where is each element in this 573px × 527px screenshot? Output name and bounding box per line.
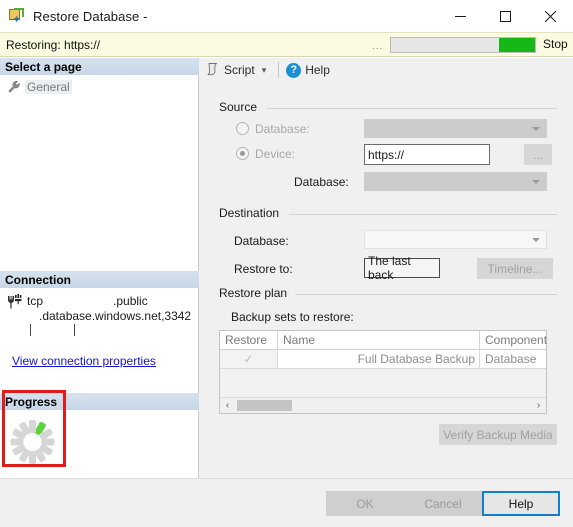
window-controls (438, 0, 573, 32)
progress-body (0, 410, 199, 466)
destination-group: Destination Database: Restore to: The la… (219, 206, 557, 282)
minimize-icon[interactable] (438, 0, 483, 32)
browse-device-button[interactable]: ... (524, 144, 552, 165)
restore-progress-bar (390, 37, 536, 53)
chevron-down-icon (532, 179, 540, 184)
help-icon: ? (286, 62, 302, 78)
source-database-radio[interactable] (236, 122, 249, 135)
select-a-page-header: Select a page (0, 58, 199, 75)
grid-empty-area (220, 369, 546, 398)
sidebar-item-general[interactable]: General (7, 79, 199, 95)
scroll-left-icon[interactable]: ‹ (220, 398, 235, 413)
source-device-radio[interactable] (236, 147, 249, 160)
connection-redaction-marks (30, 324, 193, 338)
restore-plan-group: Restore plan Backup sets to restore: Res… (219, 286, 557, 471)
close-icon[interactable] (528, 0, 573, 32)
wrench-icon (7, 80, 21, 94)
check-icon: ✓ (243, 352, 254, 366)
verify-backup-media-button[interactable]: Verify Backup Media (439, 424, 557, 445)
select-a-page-section: Select a page General (0, 58, 199, 95)
help-button[interactable]: ? Help (283, 60, 333, 80)
chevron-down-icon (532, 237, 540, 242)
stop-button[interactable]: Stop (543, 37, 568, 51)
backup-sets-grid[interactable]: Restore Name Component ✓ Full Database B… (219, 330, 547, 414)
restoring-status-text: Restoring: https:// (6, 37, 101, 52)
device-path-input[interactable]: https:// (364, 144, 490, 165)
row-name: Full Database Backup (278, 350, 480, 368)
connection-details: tcp .public .database.windows.net,3342 V… (0, 288, 199, 368)
toolbar-divider (278, 62, 280, 78)
row-restore-checkbox[interactable]: ✓ (220, 350, 278, 368)
sidebar-item-general-label: General (25, 80, 72, 94)
ok-button[interactable]: OK (326, 491, 404, 516)
help-label: Help (305, 63, 330, 77)
chevron-down-icon (532, 126, 540, 131)
source-device-radio-label: Device: (255, 147, 296, 161)
source-database-radio-label: Database: (255, 122, 310, 136)
source-group: Source Database: Device: https:// ... Da… (219, 100, 557, 195)
connection-line-1: tcp .public (27, 294, 148, 308)
script-label: Script (224, 63, 255, 77)
cancel-button[interactable]: Cancel (404, 491, 482, 516)
restore-database-icon: ✦ (9, 8, 25, 25)
script-icon (206, 62, 220, 79)
scrollbar-thumb[interactable] (237, 400, 292, 411)
progress-header: Progress (0, 393, 199, 410)
right-panel: Script ▾ ? Help Source Database: Device:… (199, 58, 573, 478)
help-footer-button[interactable]: Help (482, 491, 560, 516)
chevron-down-icon[interactable]: ▾ (262, 65, 267, 76)
script-button[interactable]: Script ▾ (203, 60, 274, 80)
source-group-rule (267, 108, 557, 109)
source-database-combo[interactable] (364, 119, 547, 138)
dialog-footer: OK Cancel Help (0, 478, 573, 527)
table-row[interactable]: ✓ Full Database Backup Database (220, 350, 546, 369)
maximize-icon[interactable] (483, 0, 528, 32)
column-header-component[interactable]: Component (480, 331, 547, 349)
restore-plan-group-rule (295, 294, 557, 295)
banner-overflow-dots[interactable]: ... (372, 41, 383, 52)
grid-horizontal-scrollbar[interactable]: ‹ › (220, 397, 546, 413)
source-database-label: Database: (294, 175, 349, 189)
restore-plan-group-title: Restore plan (219, 286, 294, 300)
toolbar: Script ▾ ? Help (199, 58, 573, 82)
server-connection-icon (6, 294, 24, 310)
restoring-banner: Restoring: https:// ... Stop (0, 32, 573, 57)
destination-database-combo[interactable] (364, 230, 547, 249)
connection-header: Connection (0, 271, 199, 288)
restore-to-label: Restore to: (234, 262, 293, 276)
destination-group-rule (289, 214, 557, 215)
column-header-name[interactable]: Name (278, 331, 480, 349)
restore-to-value: The last back (364, 254, 440, 282)
view-connection-properties-link[interactable]: View connection properties (12, 354, 156, 368)
destination-database-label: Database: (234, 234, 289, 248)
loading-spinner-icon (8, 418, 56, 466)
dialog-body: Select a page General Connection tcp .pu… (0, 58, 573, 478)
column-header-restore[interactable]: Restore (220, 331, 278, 349)
source-group-title: Source (219, 100, 264, 114)
source-database-name-combo[interactable] (364, 172, 547, 191)
left-panel: Select a page General Connection tcp .pu… (0, 58, 199, 478)
grid-header-row: Restore Name Component (220, 331, 547, 350)
scroll-right-icon[interactable]: › (531, 398, 546, 413)
progress-section: Progress (0, 393, 199, 466)
row-component: Database (480, 350, 546, 368)
timeline-button[interactable]: Timeline... (477, 258, 553, 279)
title-bar: ✦ Restore Database - (0, 0, 573, 32)
backup-sets-label: Backup sets to restore: (231, 310, 354, 324)
window-title: Restore Database - (33, 8, 148, 24)
connection-line-2: .database.windows.net,3342 (39, 309, 192, 323)
connection-section: Connection tcp .public .database.windows… (0, 271, 199, 368)
progress-bar-chunk (499, 38, 535, 52)
destination-group-title: Destination (219, 206, 286, 220)
